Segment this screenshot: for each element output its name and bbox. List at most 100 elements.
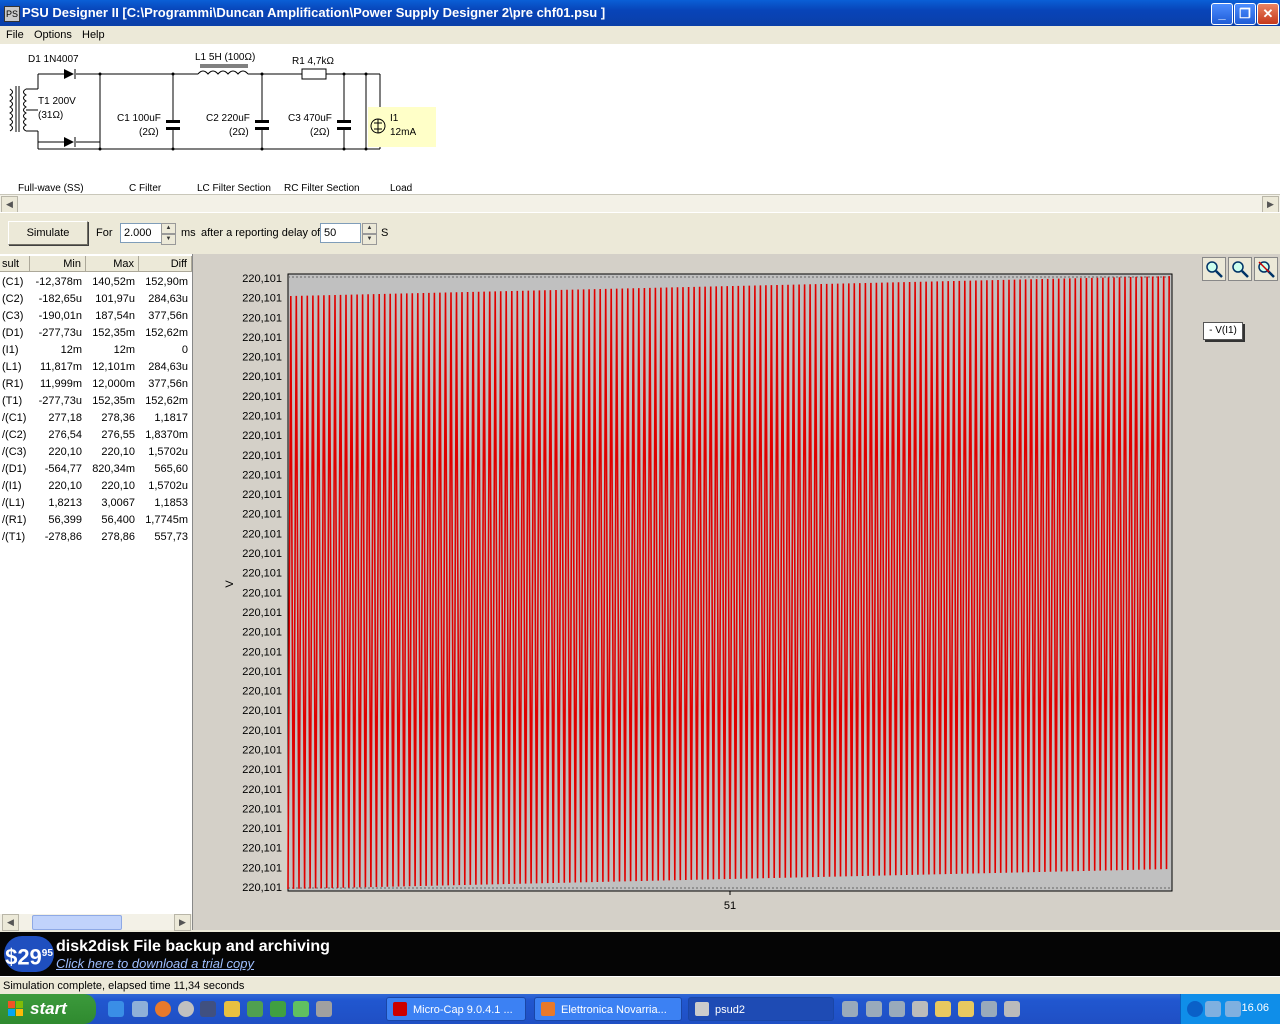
tray-app-icon-3[interactable] xyxy=(889,1001,905,1017)
section-fullwave: Full-wave (SS) xyxy=(18,183,84,194)
table-row[interactable]: (L1) 11,817m 12,101m 284,63u xyxy=(0,359,192,376)
table-row[interactable]: /(L1) 1,8213 3,0067 1,1853 xyxy=(0,495,192,512)
table-scroll-left-icon[interactable]: ◀ xyxy=(2,914,19,931)
label-t1[interactable]: T1 200V xyxy=(38,96,76,107)
label-c1[interactable]: C1 100uF xyxy=(117,113,161,124)
legend-entry[interactable]: - V(I1) xyxy=(1203,322,1243,340)
table-row[interactable]: /(C2) 276,54 276,55 1,8370m xyxy=(0,427,192,444)
ie-icon[interactable] xyxy=(108,1001,124,1017)
simulate-button[interactable]: Simulate xyxy=(8,221,88,245)
label-c2-res: (2Ω) xyxy=(229,127,249,138)
network-icon[interactable] xyxy=(1205,1001,1221,1017)
menu-bar: File Options Help xyxy=(0,26,1280,44)
network-icon-2[interactable] xyxy=(1225,1001,1241,1017)
label-r1[interactable]: R1 4,7kΩ xyxy=(292,56,334,67)
cell-max: 152,35m xyxy=(92,327,135,339)
y-tick-label: 220,101 xyxy=(242,489,282,501)
label-i1[interactable]: I1 xyxy=(390,113,398,124)
col-result[interactable]: sult xyxy=(0,256,30,272)
col-max[interactable]: Max xyxy=(86,256,139,272)
messenger-icon[interactable] xyxy=(224,1001,240,1017)
table-row[interactable]: (C1) -12,378m 140,52m 152,90m xyxy=(0,274,192,291)
media-icon[interactable] xyxy=(178,1001,194,1017)
table-row[interactable]: (C3) -190,01n 187,54n 377,56n xyxy=(0,308,192,325)
duration-input[interactable]: 2.000 xyxy=(120,223,165,243)
cell-diff: 284,63u xyxy=(148,361,188,373)
cell-min: 12m xyxy=(60,344,82,356)
scroll-left-icon[interactable]: ◀ xyxy=(1,196,18,213)
tray-app-icon-5[interactable] xyxy=(981,1001,997,1017)
tray-app-icon-4[interactable] xyxy=(912,1001,928,1017)
close-button[interactable]: ✕ xyxy=(1257,3,1279,25)
ad-download-link[interactable]: Click here to download a trial copy xyxy=(56,956,254,971)
ad-banner[interactable]: $2995 disk2disk File backup and archivin… xyxy=(0,932,1280,976)
menu-options[interactable]: Options xyxy=(34,29,72,41)
task-elettronica[interactable]: Elettronica Novarria... xyxy=(534,997,682,1021)
tray-app-icon-6[interactable] xyxy=(1004,1001,1020,1017)
cell-result: (I1) xyxy=(2,344,19,356)
menu-help[interactable]: Help xyxy=(82,29,105,41)
tray-app-icon-2[interactable] xyxy=(866,1001,882,1017)
cell-diff: 0 xyxy=(181,344,188,356)
scroll-right-icon[interactable]: ▶ xyxy=(1262,196,1279,213)
zoom-out-icon[interactable] xyxy=(1228,257,1252,281)
table-scroll-thumb[interactable] xyxy=(32,915,122,930)
cell-result: (T1) xyxy=(2,395,23,407)
cell-max: 220,10 xyxy=(101,480,135,492)
app-icon: PS xyxy=(4,6,20,22)
zoom-reset-icon[interactable] xyxy=(1254,257,1278,281)
table-scroll-right-icon[interactable]: ▶ xyxy=(174,914,191,931)
delay-stepper[interactable]: ▲ ▼ xyxy=(362,223,377,245)
y-tick-label: 220,101 xyxy=(242,666,282,678)
app-icon-3[interactable] xyxy=(293,1001,309,1017)
table-row[interactable]: /(C1) 277,18 278,36 1,1817 xyxy=(0,410,192,427)
zoom-in-icon[interactable] xyxy=(1202,257,1226,281)
schematic-scrollbar[interactable]: ◀ ▶ xyxy=(0,194,1280,213)
table-row[interactable]: /(R1) 56,399 56,400 1,7745m xyxy=(0,512,192,529)
label-l1[interactable]: L1 5H (100Ω) xyxy=(195,52,255,63)
table-row[interactable]: /(C3) 220,10 220,10 1,5702u xyxy=(0,444,192,461)
start-button[interactable]: start xyxy=(0,994,96,1024)
task-microcap[interactable]: Micro-Cap 9.0.4.1 ... xyxy=(386,997,526,1021)
inductor-symbol xyxy=(197,70,249,75)
label-d1[interactable]: D1 1N4007 xyxy=(28,54,79,65)
table-row[interactable]: /(T1) -278,86 278,86 557,73 xyxy=(0,529,192,546)
table-row[interactable]: (R1) 11,999m 12,000m 377,56n xyxy=(0,376,192,393)
tray-expand-icon[interactable] xyxy=(1187,1001,1203,1017)
table-row[interactable]: (I1) 12m 12m 0 xyxy=(0,342,192,359)
waveform-chart[interactable]: 220,101 220,101 220,101 220,101 220,101 220,1… xyxy=(193,254,1280,930)
app-icon-1[interactable] xyxy=(247,1001,263,1017)
cell-diff: 1,7745m xyxy=(145,514,188,526)
desktop-icon[interactable] xyxy=(132,1001,148,1017)
table-row[interactable]: (D1) -277,73u 152,35m 152,62m xyxy=(0,325,192,342)
table-row[interactable]: (C2) -182,65u 101,97u 284,63u xyxy=(0,291,192,308)
table-row[interactable]: /(I1) 220,10 220,10 1,5702u xyxy=(0,478,192,495)
cell-diff: 284,63u xyxy=(148,293,188,305)
restore-button[interactable]: ❐ xyxy=(1234,3,1256,25)
label-c3[interactable]: C3 470uF xyxy=(288,113,332,124)
app-icon-4[interactable] xyxy=(316,1001,332,1017)
y-tick-label: 220,101 xyxy=(242,882,282,894)
results-table[interactable]: sult Min Max Diff (C1) -12,378m 140,52m 152… xyxy=(0,254,193,930)
table-row[interactable]: (T1) -277,73u 152,35m 152,62m xyxy=(0,393,192,410)
label-c2[interactable]: C2 220uF xyxy=(206,113,250,124)
table-scrollbar[interactable]: ◀ ▶ xyxy=(0,914,192,931)
folder-icon-2[interactable] xyxy=(958,1001,974,1017)
floppy-icon[interactable] xyxy=(200,1001,216,1017)
y-tick-label: 220,101 xyxy=(242,411,282,423)
minimize-button[interactable]: _ xyxy=(1211,3,1233,25)
table-row[interactable]: /(D1) -564,77 820,34m 565,60 xyxy=(0,461,192,478)
app-icon-2[interactable] xyxy=(270,1001,286,1017)
task-psud2[interactable]: psud2 xyxy=(688,997,834,1021)
menu-file[interactable]: File xyxy=(6,29,24,41)
delay-input[interactable]: 50 xyxy=(320,223,361,243)
folder-icon-1[interactable] xyxy=(935,1001,951,1017)
firefox-icon[interactable] xyxy=(155,1001,171,1017)
tray-app-icon-1[interactable] xyxy=(842,1001,858,1017)
y-tick-label: 220,101 xyxy=(242,371,282,383)
duration-stepper[interactable]: ▲ ▼ xyxy=(161,223,176,245)
col-diff[interactable]: Diff xyxy=(139,256,192,272)
col-min[interactable]: Min xyxy=(30,256,86,272)
cell-diff: 152,90m xyxy=(145,276,188,288)
y-tick-label: 220,101 xyxy=(242,646,282,658)
